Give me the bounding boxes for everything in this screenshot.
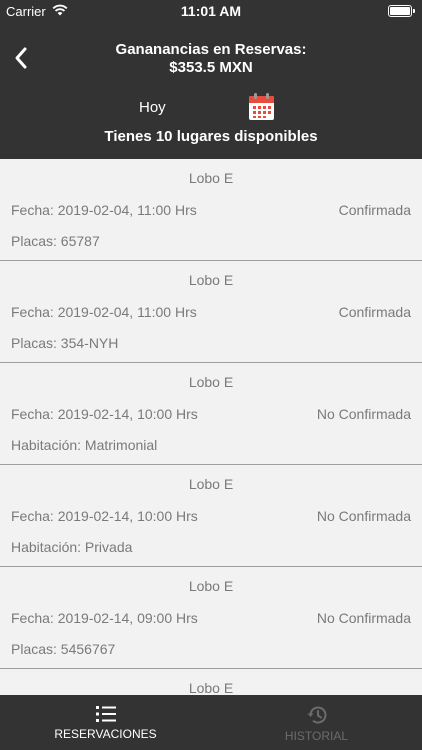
reservations-list[interactable]: Lobo E Fecha: 2019-02-04, 11:00 Hrs Conf… [0,159,422,695]
reservation-card[interactable]: Lobo E Fecha: 2019-02-14, 10:00 Hrs No C… [0,363,422,465]
availability-text: Tienes 10 lugares disponibles [104,128,318,145]
reservation-status: No Confirmada [316,610,411,626]
reservation-name: Lobo E [188,374,234,390]
reservation-status: Confirmada [338,304,411,320]
reservation-detail: Placas: 65787 [11,233,100,249]
page-title: Gananancias en Reservas: $353.5 MXN [60,41,362,77]
battery-icon [388,5,415,17]
tab-historial-label: HISTORIAL [284,729,349,743]
history-icon [307,706,326,724]
reservation-name: Lobo E [188,680,234,695]
reservation-name: Lobo E [188,170,234,186]
reservation-detail: Placas: 5456767 [11,641,116,657]
reservation-date: Fecha: 2019-02-04, 11:00 Hrs [11,304,197,320]
reservation-detail: Habitación: Matrimonial [11,437,158,453]
status-bar: Carrier 11:01 AM [0,0,422,22]
tab-bar: RESERVACIONES HISTORIAL [0,695,422,750]
title-line-1: Gananancias en Reservas: [115,41,307,58]
today-label: Hoy [139,99,166,116]
reservation-status: Confirmada [338,202,411,218]
reservation-card[interactable]: Lobo E Fecha: 2019-02-14, 09:00 Hrs No C… [0,567,422,669]
reservation-card[interactable]: Lobo E Fecha: 2019-02-04, 11:00 Hrs Conf… [0,261,422,363]
reservation-name: Lobo E [188,272,234,288]
reservation-card[interactable]: Lobo E [0,669,422,695]
tab-historial[interactable]: HISTORIAL [211,695,422,750]
reservation-card[interactable]: Lobo E Fecha: 2019-02-14, 10:00 Hrs No C… [0,465,422,567]
reservation-date: Fecha: 2019-02-14, 10:00 Hrs [11,406,198,422]
reservation-status: No Confirmada [316,406,411,422]
calendar-icon [249,93,274,120]
reservation-date: Fecha: 2019-02-04, 11:00 Hrs [11,202,197,218]
reservation-name: Lobo E [188,476,234,492]
back-button[interactable] [6,42,36,74]
reservation-name: Lobo E [188,578,234,594]
earnings-amount: $353.5 MXN [169,59,253,76]
calendar-button[interactable] [248,92,275,121]
reservation-status: No Confirmada [316,508,411,524]
status-time: 11:01 AM [180,3,242,19]
chevron-left-icon [15,47,27,69]
reservation-detail: Habitación: Privada [11,539,133,555]
list-icon [95,706,116,722]
reservation-date: Fecha: 2019-02-14, 09:00 Hrs [11,610,198,626]
reservation-detail: Placas: 354-NYH [11,335,119,351]
tab-reservaciones[interactable]: RESERVACIONES [0,695,211,750]
header: Gananancias en Reservas: $353.5 MXN Hoy … [0,22,422,159]
reservation-card[interactable]: Lobo E Fecha: 2019-02-04, 11:00 Hrs Conf… [0,159,422,261]
reservation-date: Fecha: 2019-02-14, 10:00 Hrs [11,508,198,524]
tab-reservaciones-label: RESERVACIONES [54,727,157,741]
